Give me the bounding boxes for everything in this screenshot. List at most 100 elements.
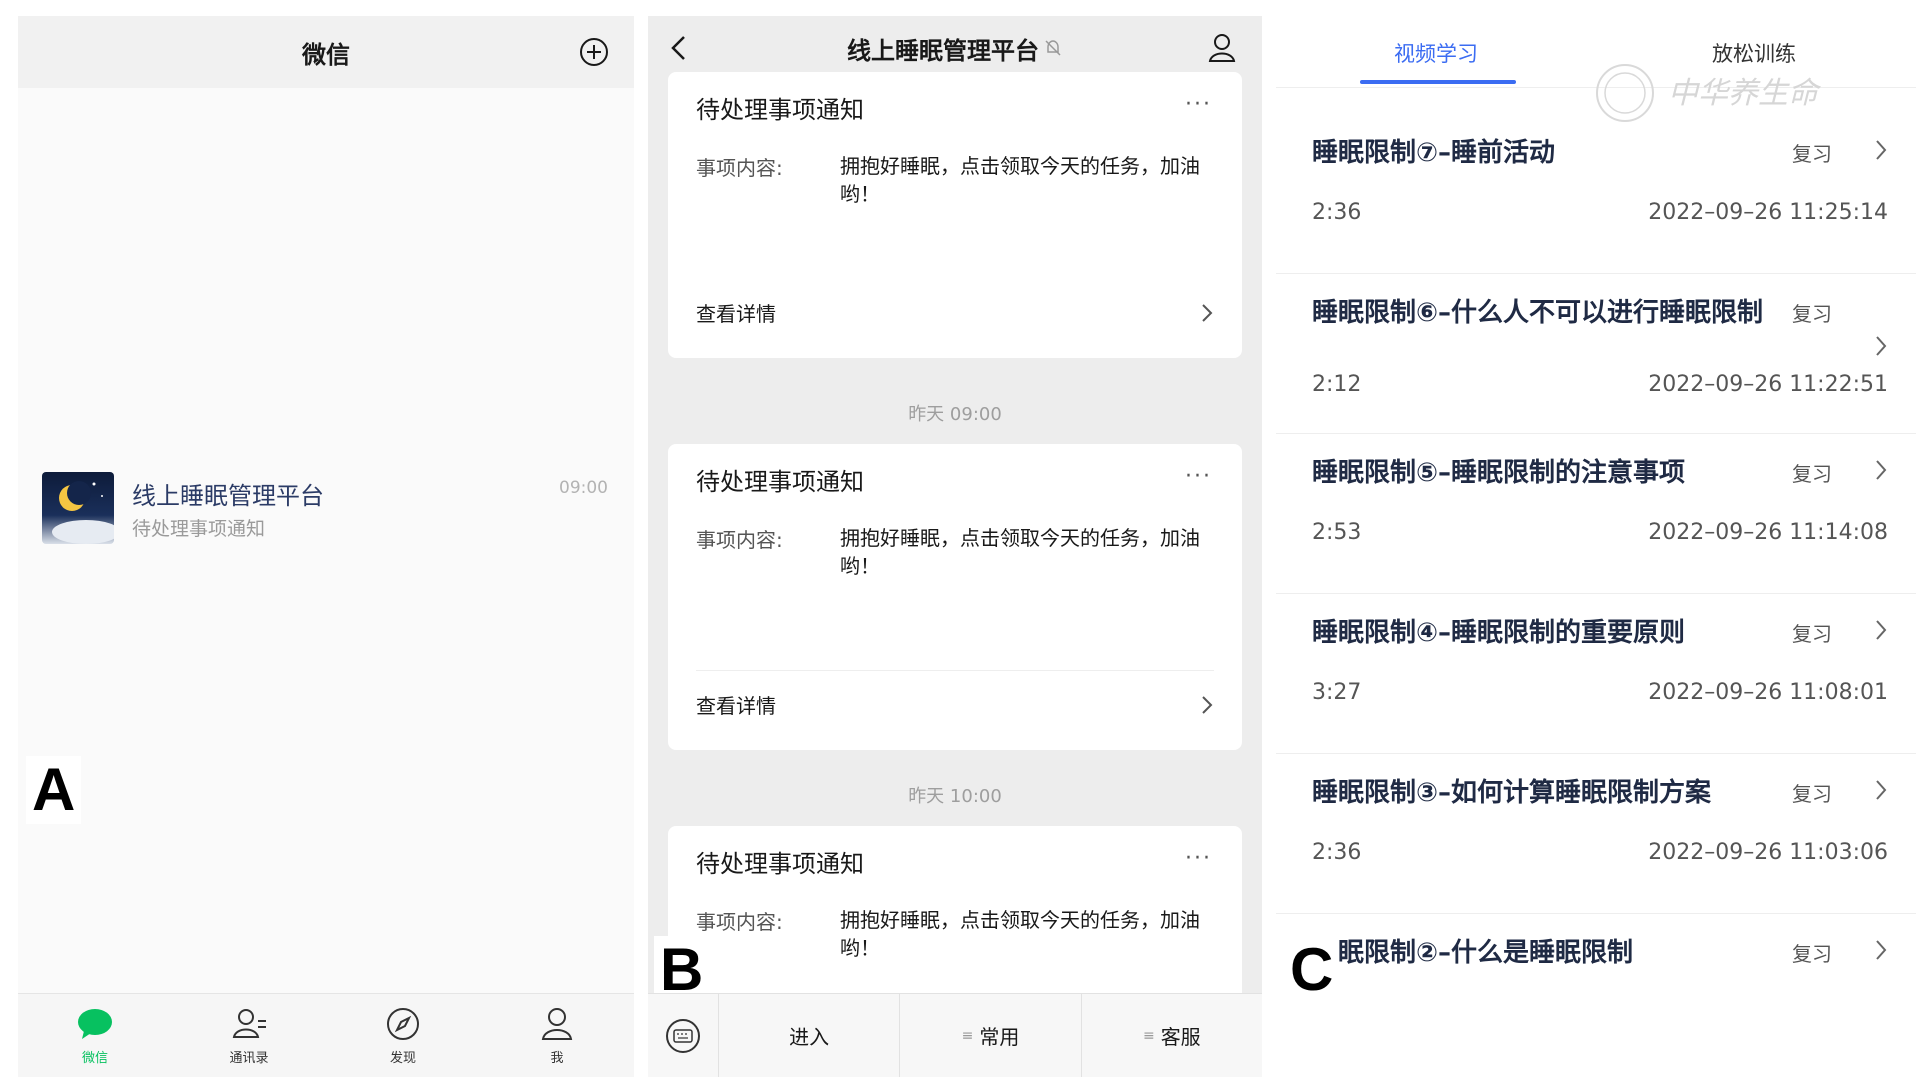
add-icon[interactable] <box>578 36 610 68</box>
chevron-right-icon <box>1876 460 1887 480</box>
view-details-link[interactable]: 查看详情 <box>696 298 776 327</box>
chevron-right-icon <box>1876 140 1887 160</box>
panel-b-account-messages: 线上睡眠管理平台 待处理事项通知 ··· 事项内容: 拥抱好睡眠，点击领取今天的… <box>648 16 1262 1077</box>
lesson-date: 2022–09–26 11:14:08 <box>1648 520 1888 545</box>
view-details-link[interactable]: 查看详情 <box>696 690 776 719</box>
chat-list-item[interactable]: 线上睡眠管理平台 待处理事项通知 09:00 <box>18 464 634 560</box>
more-options-icon[interactable]: ··· <box>1185 92 1212 117</box>
lesson-title: 睡眠限制③–如何计算睡眠限制方案 <box>1312 778 1712 808</box>
chat-preview: 待处理事项通知 <box>132 518 266 540</box>
account-menu-bar: 进入 ≡ 常用 ≡ 客服 <box>648 993 1262 1077</box>
avatar <box>42 472 114 544</box>
tab-video-learning[interactable]: 视频学习 <box>1394 38 1478 68</box>
content-text: 拥抱好睡眠，点击领取今天的任务，加油哟！ <box>840 908 1200 960</box>
content-text: 拥抱好睡眠，点击领取今天的任务，加油哟！ <box>840 526 1200 578</box>
chevron-right-icon <box>1202 696 1213 714</box>
chat-time: 09:00 <box>559 478 608 498</box>
review-button[interactable]: 复习 <box>1792 138 1832 167</box>
divider <box>696 670 1214 671</box>
message-timestamp: 昨天 09:00 <box>908 404 1002 425</box>
menu-label: 进入 <box>789 1025 830 1049</box>
review-button[interactable]: 复习 <box>1792 458 1832 487</box>
tab-relaxation-training[interactable]: 放松训练 <box>1712 38 1796 68</box>
panel-a-wechat-chat-list: 微信 线上睡眠管理平台 待处理事项通知 09:00 A 微信 通讯录 发现 我 <box>18 16 634 1077</box>
lesson-title: 睡眠限制②–什么是睡眠限制 <box>1312 938 1634 968</box>
chevron-right-icon <box>1876 940 1887 960</box>
card-title: 待处理事项通知 <box>696 850 864 878</box>
compass-icon <box>387 1008 419 1040</box>
review-button[interactable]: 复习 <box>1792 298 1832 327</box>
lesson-row[interactable]: 睡眠限制③–如何计算睡眠限制方案 复习 2:36 2022–09–26 11:0… <box>1276 754 1916 914</box>
lesson-title: 睡眠限制⑤–睡眠限制的注意事项 <box>1312 458 1686 488</box>
page-title: 线上睡眠管理平台 <box>847 36 1039 65</box>
chat-name: 线上睡眠管理平台 <box>132 482 324 510</box>
watermark-text: 中华养生命 <box>1668 76 1818 111</box>
menu-frequent[interactable]: ≡ 常用 <box>899 993 1080 1077</box>
bottom-tab-bar: 微信 通讯录 发现 我 <box>18 993 634 1077</box>
panel-label-a: A <box>26 756 82 824</box>
message-card[interactable]: 待处理事项通知 ··· 事项内容: 拥抱好睡眠，点击领取今天的任务，加油哟！ 查… <box>668 72 1242 358</box>
menu-label: 客服 <box>1160 1025 1201 1049</box>
lesson-duration: 2:36 <box>1312 200 1362 225</box>
lesson-date: 2022–09–26 11:22:51 <box>1648 372 1888 397</box>
lesson-row[interactable]: 睡眠限制⑥–什么人不可以进行睡眠限制 复习 2:12 2022–09–26 11… <box>1276 274 1916 434</box>
panel-c-lesson-list: 视频学习 放松训练 中华养生命 睡眠限制⑦–睡前活动 复习 2:36 2022–… <box>1276 16 1916 1077</box>
menu-customer-service[interactable]: ≡ 客服 <box>1080 993 1262 1077</box>
tab-label: 我 <box>550 1051 564 1066</box>
lesson-row[interactable]: 睡眠限制④–睡眠限制的重要原则 复习 3:27 2022–09–26 11:08… <box>1276 594 1916 754</box>
submenu-icon: ≡ <box>961 1027 974 1044</box>
lesson-title: 睡眠限制④–睡眠限制的重要原则 <box>1312 618 1686 648</box>
top-bar: 微信 <box>18 16 634 88</box>
chevron-right-icon <box>1876 780 1887 800</box>
message-timestamp: 昨天 10:00 <box>908 786 1002 807</box>
profile-icon[interactable] <box>1206 32 1238 64</box>
tab-label: 微信 <box>81 1051 108 1066</box>
chevron-right-icon <box>1876 336 1887 356</box>
lesson-date: 2022–09–26 11:08:01 <box>1648 680 1888 705</box>
chat-bubble-icon <box>78 1009 112 1039</box>
review-button[interactable]: 复习 <box>1792 618 1832 647</box>
moon-icon <box>52 481 114 544</box>
back-arrow-icon[interactable] <box>668 34 690 62</box>
chevron-right-icon <box>1876 620 1887 640</box>
contacts-icon <box>232 1009 266 1038</box>
lesson-duration: 2:53 <box>1312 520 1362 545</box>
content-text: 拥抱好睡眠，点击领取今天的任务，加油哟！ <box>840 154 1200 206</box>
page-title: 微信 <box>302 40 350 69</box>
lesson-row[interactable]: 睡眠限制⑦–睡前活动 复习 2:36 2022–09–26 11:25:14 <box>1276 114 1916 274</box>
lesson-row[interactable]: 睡眠限制⑤–睡眠限制的注意事项 复习 2:53 2022–09–26 11:14… <box>1276 434 1916 594</box>
card-title: 待处理事项通知 <box>696 468 864 496</box>
lesson-date: 2022–09–26 11:25:14 <box>1648 200 1888 225</box>
content-label: 事项内容: <box>696 910 783 934</box>
content-label: 事项内容: <box>696 156 783 180</box>
menu-label: 常用 <box>979 1025 1020 1049</box>
tab-contacts[interactable]: 通讯录 <box>172 994 326 1077</box>
mute-bell-icon <box>1045 40 1061 56</box>
tab-chats[interactable]: 微信 <box>18 994 172 1077</box>
menu-enter[interactable]: 进入 <box>718 993 899 1077</box>
review-button[interactable]: 复习 <box>1792 938 1832 967</box>
lesson-duration: 2:36 <box>1312 840 1362 865</box>
tab-label: 发现 <box>389 1051 416 1066</box>
active-tab-indicator <box>1360 80 1516 84</box>
tab-discover[interactable]: 发现 <box>326 994 480 1077</box>
chevron-right-icon <box>1202 304 1213 322</box>
content-label: 事项内容: <box>696 528 783 552</box>
tab-label: 通讯录 <box>229 1051 269 1066</box>
review-button[interactable]: 复习 <box>1792 778 1832 807</box>
lesson-title: 睡眠限制⑥–什么人不可以进行睡眠限制 <box>1312 298 1764 328</box>
lesson-date: 2022–09–26 11:03:06 <box>1648 840 1888 865</box>
more-options-icon[interactable]: ··· <box>1185 464 1212 489</box>
person-icon <box>541 1008 573 1040</box>
lesson-duration: 2:12 <box>1312 372 1362 397</box>
more-options-icon[interactable]: ··· <box>1185 846 1212 871</box>
keyboard-toggle[interactable] <box>648 1017 718 1055</box>
message-card[interactable]: 待处理事项通知 ··· 事项内容: 拥抱好睡眠，点击领取今天的任务，加油哟！ 查… <box>668 444 1242 750</box>
tab-me[interactable]: 我 <box>480 994 634 1077</box>
lesson-duration: 3:27 <box>1312 680 1362 705</box>
lesson-row[interactable]: 睡眠限制②–什么是睡眠限制 复习 <box>1276 914 1916 1074</box>
submenu-icon: ≡ <box>1142 1027 1155 1044</box>
top-bar: 线上睡眠管理平台 <box>648 16 1262 80</box>
keyboard-icon <box>666 1018 700 1053</box>
card-title: 待处理事项通知 <box>696 96 864 124</box>
